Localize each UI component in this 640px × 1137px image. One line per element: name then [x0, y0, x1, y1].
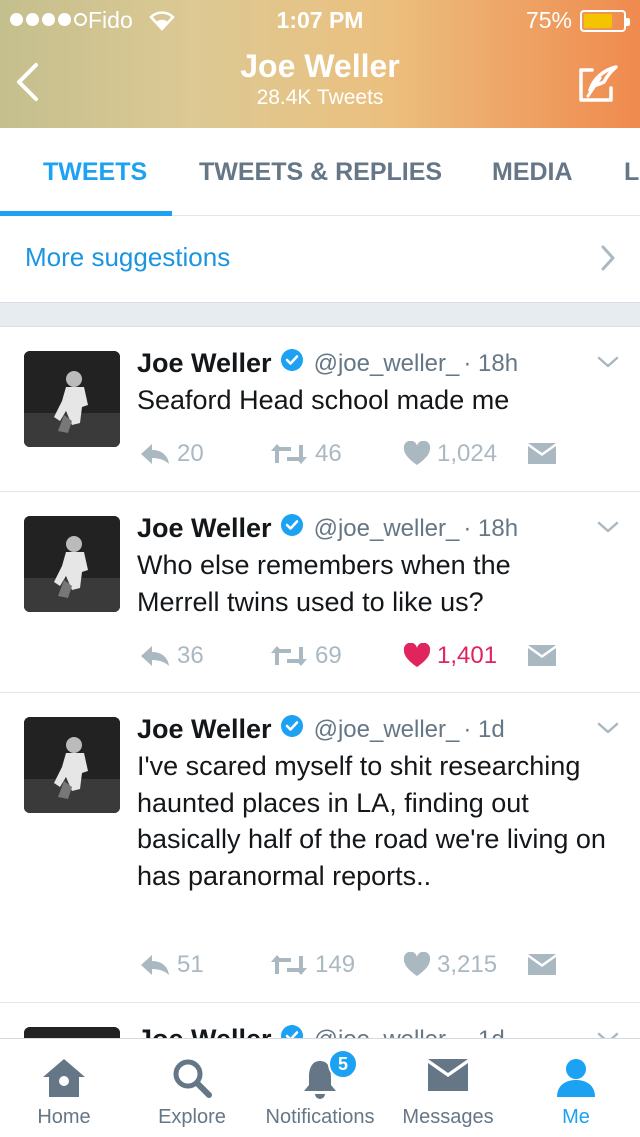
avatar[interactable]	[24, 717, 120, 813]
home-icon	[0, 1057, 128, 1099]
author-handle: @joe_weller_	[313, 514, 460, 542]
nav-notifications-label: Notifications	[265, 1106, 375, 1128]
tweet-menu-chevron-icon[interactable]	[596, 520, 620, 539]
retweet-count: 149	[315, 951, 356, 978]
reply-button[interactable]: 20	[139, 438, 204, 470]
tweet-time: · 1d	[463, 715, 505, 743]
author-name[interactable]: Joe Weller	[137, 513, 272, 544]
avatar[interactable]	[24, 351, 120, 447]
direct-message-button[interactable]	[527, 949, 557, 981]
search-icon	[128, 1057, 256, 1099]
retweet-icon	[271, 444, 307, 464]
reply-icon	[141, 444, 169, 464]
retweet-icon	[271, 646, 307, 666]
battery-percent: 75%	[525, 7, 572, 33]
more-suggestions-label: More suggestions	[25, 242, 231, 272]
envelope-icon	[384, 1057, 512, 1093]
author-handle: @joe_weller_	[313, 349, 460, 377]
bell-icon	[256, 1057, 384, 1101]
verified-badge-icon	[280, 513, 304, 544]
verified-badge-icon	[280, 348, 304, 379]
person-icon	[512, 1057, 640, 1099]
direct-message-button[interactable]	[527, 438, 557, 470]
tweet-time: · 18h	[463, 349, 519, 377]
nav-me-label: Me	[562, 1106, 590, 1128]
more-suggestions-row[interactable]: More suggestions	[0, 216, 640, 302]
reply-button[interactable]: 51	[139, 949, 204, 981]
heart-icon	[403, 441, 431, 465]
profile-tabs: TWEETS TWEETS & REPLIES MEDIA L	[0, 128, 640, 216]
tab-media[interactable]: MEDIA	[492, 128, 573, 215]
nav-home-label: Home	[37, 1106, 91, 1128]
bottom-tab-bar: Home Explore 5 Notifications Messages Me	[0, 1038, 640, 1136]
tweet[interactable]: Joe Weller @joe_weller_ · 18h Who else r…	[0, 492, 640, 693]
nav-notifications[interactable]: 5 Notifications	[256, 1039, 384, 1137]
tab-likes[interactable]: L	[624, 128, 639, 215]
envelope-icon	[528, 645, 556, 666]
section-divider	[0, 302, 640, 327]
heart-icon	[403, 643, 431, 667]
nav-explore[interactable]: Explore	[128, 1039, 256, 1137]
heart-icon	[403, 952, 431, 976]
reply-icon	[141, 955, 169, 975]
like-count: 1,024	[437, 440, 498, 467]
page-title: Joe Weller	[240, 48, 400, 84]
nav-explore-label: Explore	[158, 1106, 226, 1128]
retweet-button[interactable]: 46	[269, 438, 342, 470]
tab-tweets-and-replies[interactable]: TWEETS & REPLIES	[199, 128, 442, 215]
direct-message-button[interactable]	[527, 640, 557, 672]
retweet-count: 46	[315, 440, 342, 467]
status-bar: Fido 1:07 PM 75%	[0, 0, 640, 40]
chevron-right-icon	[600, 244, 616, 277]
verified-badge-icon	[280, 714, 304, 745]
envelope-icon	[528, 954, 556, 975]
battery-icon	[580, 10, 630, 32]
reply-icon	[141, 646, 169, 666]
tab-tweets[interactable]: TWEETS	[43, 128, 147, 215]
like-button[interactable]: 1,024	[403, 438, 497, 470]
tweet-text: Seaford Head school made me	[137, 385, 510, 415]
retweet-button[interactable]: 149	[269, 949, 355, 981]
author-handle: @joe_weller_	[313, 715, 460, 743]
author-name[interactable]: Joe Weller	[137, 714, 272, 745]
nav-messages-label: Messages	[402, 1106, 494, 1128]
reply-button[interactable]: 36	[139, 640, 204, 672]
avatar[interactable]	[24, 516, 120, 612]
author-name[interactable]: Joe Weller	[137, 348, 272, 379]
retweet-icon	[271, 955, 307, 975]
nav-messages[interactable]: Messages	[384, 1039, 512, 1137]
tweet[interactable]: Joe Weller @joe_weller_ · 1d I've scared…	[0, 693, 640, 1003]
nav-home[interactable]: Home	[0, 1039, 128, 1137]
tweet-menu-chevron-icon[interactable]	[596, 721, 620, 740]
compose-tweet-icon[interactable]	[576, 64, 620, 109]
profile-header: Fido 1:07 PM 75% Joe Weller 28.4K Tweets	[0, 0, 640, 128]
reply-count: 51	[177, 951, 204, 978]
nav-me[interactable]: Me	[512, 1039, 640, 1137]
like-button[interactable]: 3,215	[403, 949, 497, 981]
tweet-time: · 18h	[463, 514, 519, 542]
like-count: 1,401	[437, 642, 498, 669]
tweet-count: 28.4K Tweets	[256, 86, 384, 109]
reply-count: 36	[177, 642, 204, 669]
envelope-icon	[528, 443, 556, 464]
reply-count: 20	[177, 440, 204, 467]
tweet-menu-chevron-icon[interactable]	[596, 355, 620, 374]
retweet-button[interactable]: 69	[269, 640, 342, 672]
notification-count-badge: 5	[328, 1049, 358, 1079]
tweet-text: Who else remembers when the Merrell twin…	[137, 550, 511, 617]
retweet-count: 69	[315, 642, 342, 669]
tweet-text: I've scared myself to shit researching h…	[137, 751, 606, 891]
like-button[interactable]: 1,401	[403, 640, 497, 672]
tweet[interactable]: Joe Weller @joe_weller_ · 18h Seaford He…	[0, 327, 640, 492]
like-count: 3,215	[437, 951, 498, 978]
